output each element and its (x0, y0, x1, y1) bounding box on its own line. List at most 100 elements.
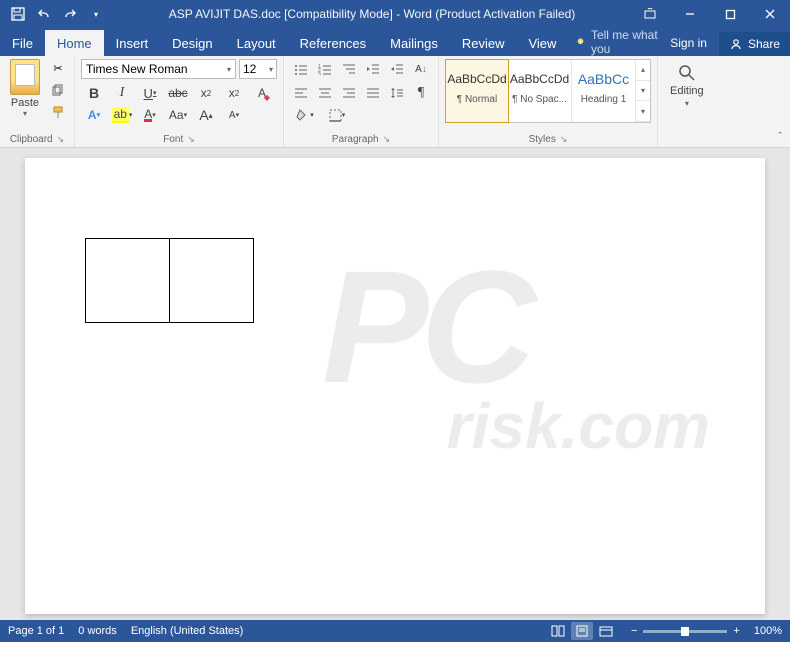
tab-mailings[interactable]: Mailings (378, 30, 450, 56)
font-group-label: Font (163, 134, 183, 145)
font-name-combobox[interactable]: Times New Roman▾ (81, 59, 236, 79)
sign-in-link[interactable]: Sign in (658, 30, 719, 56)
zoom-in-icon[interactable]: + (733, 625, 739, 637)
grow-font-button[interactable]: A▴ (193, 105, 219, 125)
tell-me-placeholder: Tell me what you (591, 28, 658, 56)
clipboard-group-label: Clipboard (10, 134, 53, 145)
styles-gallery-more[interactable]: ▴▾▾ (636, 60, 650, 122)
bullets-button[interactable] (290, 59, 312, 79)
styles-gallery[interactable]: AaBbCcDd ¶ Normal AaBbCcDd ¶ No Spac... … (445, 59, 651, 123)
tab-layout[interactable]: Layout (225, 30, 288, 56)
font-size-combobox[interactable]: 12▾ (239, 59, 277, 79)
bold-button[interactable]: B (81, 83, 107, 103)
justify-button[interactable] (362, 83, 384, 103)
ribbon-tabs: File Home Insert Design Layout Reference… (0, 28, 790, 56)
copy-icon[interactable] (48, 81, 68, 99)
close-icon[interactable] (750, 0, 790, 28)
paragraph-group-label: Paragraph (332, 134, 379, 145)
zoom-slider[interactable]: − + (631, 625, 740, 637)
maximize-icon[interactable] (710, 0, 750, 28)
borders-button[interactable]: ▾ (322, 105, 352, 125)
table-cell[interactable] (170, 239, 254, 323)
print-layout-icon[interactable] (571, 622, 593, 640)
web-layout-icon[interactable] (595, 622, 617, 640)
read-mode-icon[interactable] (547, 622, 569, 640)
strikethrough-button[interactable]: abc (165, 83, 191, 103)
ribbon-display-options-icon[interactable] (630, 0, 670, 28)
styles-dialog-launcher-icon[interactable]: ↘ (560, 134, 568, 145)
redo-icon[interactable] (58, 2, 82, 26)
numbering-button[interactable]: 123 (314, 59, 336, 79)
table-row (86, 239, 254, 323)
group-paragraph: 123 A↓ ¶ ▾ ▾ Paragraph ↘ (284, 56, 439, 147)
shrink-font-button[interactable]: A▾ (221, 105, 247, 125)
tab-review[interactable]: Review (450, 30, 517, 56)
decrease-indent-button[interactable] (362, 59, 384, 79)
font-dialog-launcher-icon[interactable]: ↘ (187, 134, 195, 145)
align-left-button[interactable] (290, 83, 312, 103)
ribbon: Paste ▾ ✂ Clipboard ↘ Times New Roman▾ 12… (0, 56, 790, 148)
word-count-status[interactable]: 0 words (78, 625, 117, 637)
save-icon[interactable] (6, 2, 30, 26)
tab-references[interactable]: References (288, 30, 378, 56)
style-heading-1[interactable]: AaBbCc Heading 1 (572, 60, 636, 122)
clipboard-dialog-launcher-icon[interactable]: ↘ (57, 134, 65, 145)
svg-text:3: 3 (318, 72, 321, 75)
text-effects-button[interactable]: A▾ (81, 105, 107, 125)
format-painter-icon[interactable] (48, 103, 68, 121)
zoom-track[interactable] (643, 630, 727, 633)
increase-indent-button[interactable] (386, 59, 408, 79)
document-table[interactable] (85, 238, 254, 323)
font-color-button[interactable]: A▾ (137, 105, 163, 125)
highlight-button[interactable]: ab▾ (109, 105, 135, 125)
collapse-ribbon-icon[interactable]: ˆ (778, 131, 782, 143)
subscript-button[interactable]: x2 (193, 83, 219, 103)
zoom-out-icon[interactable]: − (631, 625, 637, 637)
window-title: ASP AVIJIT DAS.doc [Compatibility Mode] … (114, 7, 630, 21)
titlebar: ▾ ASP AVIJIT DAS.doc [Compatibility Mode… (0, 0, 790, 28)
tab-view[interactable]: View (516, 30, 568, 56)
styles-group-label: Styles (529, 134, 556, 145)
group-clipboard: Paste ▾ ✂ Clipboard ↘ (0, 56, 75, 147)
find-button[interactable]: Editing ▾ (664, 59, 710, 112)
tab-home[interactable]: Home (45, 30, 104, 56)
align-center-button[interactable] (314, 83, 336, 103)
paragraph-dialog-launcher-icon[interactable]: ↘ (383, 134, 391, 145)
language-status[interactable]: English (United States) (131, 625, 244, 637)
minimize-icon[interactable] (670, 0, 710, 28)
page-number-status[interactable]: Page 1 of 1 (8, 625, 64, 637)
group-editing: Editing ▾ (658, 56, 716, 147)
multilevel-list-button[interactable] (338, 59, 360, 79)
group-styles: AaBbCcDd ¶ Normal AaBbCcDd ¶ No Spac... … (439, 56, 658, 147)
underline-button[interactable]: U▾ (137, 83, 163, 103)
change-case-button[interactable]: Aa▾ (165, 105, 191, 125)
cut-icon[interactable]: ✂ (48, 59, 68, 77)
show-hide-button[interactable]: ¶ (410, 83, 432, 103)
style-no-spacing[interactable]: AaBbCcDd ¶ No Spac... (508, 60, 572, 122)
paste-label: Paste (11, 97, 39, 109)
sort-button[interactable]: A↓ (410, 59, 432, 79)
chevron-down-icon: ▾ (269, 65, 273, 74)
zoom-thumb[interactable] (681, 627, 689, 636)
tab-insert[interactable]: Insert (104, 30, 161, 56)
shading-button[interactable]: ▾ (290, 105, 320, 125)
style-normal[interactable]: AaBbCcDd ¶ Normal (445, 59, 509, 123)
undo-icon[interactable] (32, 2, 56, 26)
tab-design[interactable]: Design (160, 30, 224, 56)
chevron-down-icon: ▾ (227, 65, 231, 74)
share-button[interactable]: Share (719, 32, 790, 56)
superscript-button[interactable]: x2 (221, 83, 247, 103)
tab-file[interactable]: File (0, 30, 45, 56)
group-font: Times New Roman▾ 12▾ B I U▾ abc x2 x2 A◆… (75, 56, 284, 147)
zoom-level[interactable]: 100% (754, 625, 782, 637)
paste-button[interactable]: Paste ▾ (6, 59, 44, 118)
document-canvas[interactable] (0, 148, 790, 620)
line-spacing-button[interactable] (386, 83, 408, 103)
italic-button[interactable]: I (109, 83, 135, 103)
share-label: Share (748, 37, 780, 51)
qat-customize-icon[interactable]: ▾ (84, 2, 108, 26)
tell-me-search[interactable]: Tell me what you (568, 28, 658, 56)
clear-formatting-button[interactable]: A◆ (249, 83, 275, 103)
align-right-button[interactable] (338, 83, 360, 103)
table-cell[interactable] (86, 239, 170, 323)
